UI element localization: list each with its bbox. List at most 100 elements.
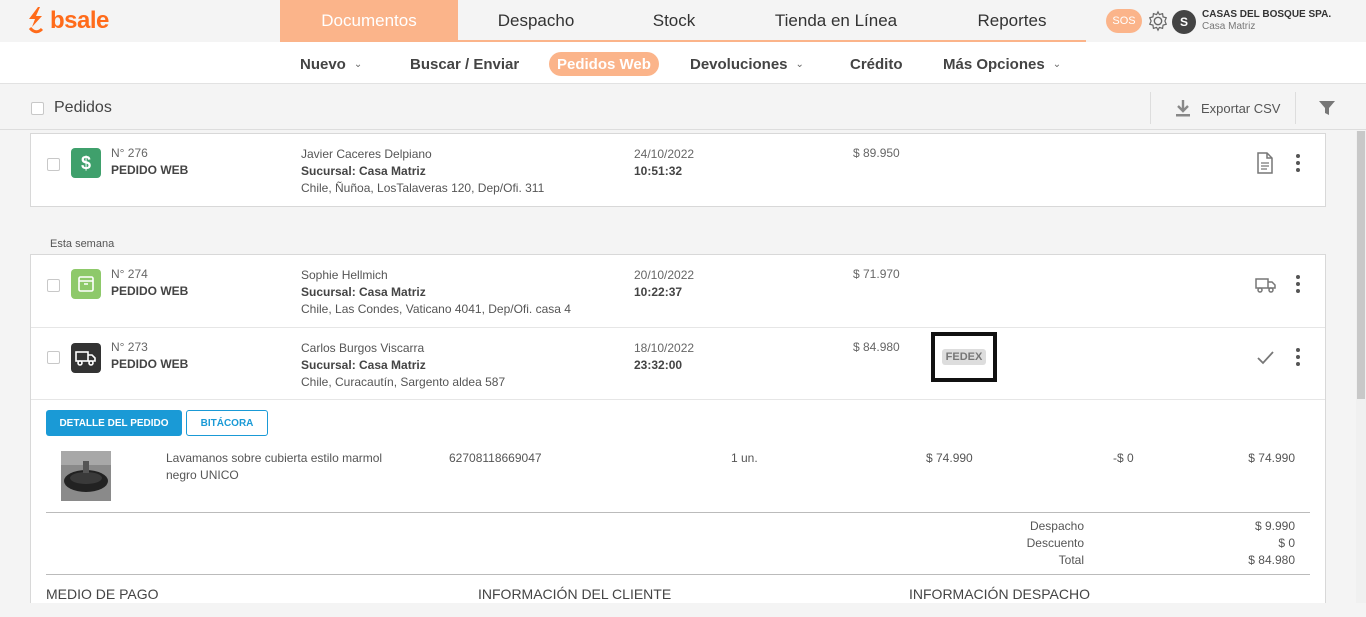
client-address: Chile, Las Condes, Vaticano 4041, Dep/Of… — [301, 302, 571, 316]
order-checkbox[interactable] — [47, 351, 60, 364]
total-value: $ 84.980 — [1248, 553, 1295, 567]
sos-button[interactable]: SOS — [1106, 9, 1142, 33]
order-detail-button[interactable]: DETALLE DEL PEDIDO — [46, 410, 182, 436]
main-nav-tienda[interactable]: Tienda en Línea — [734, 0, 938, 42]
subnav-pedidos-web[interactable]: Pedidos Web — [549, 52, 659, 76]
subnav-mas-opciones[interactable]: Más Opciones ⌄ — [943, 52, 1061, 76]
order-date: 24/10/2022 10:51:32 — [634, 146, 694, 180]
order-date-time: 23:32:00 — [634, 358, 683, 372]
order-amount: $ 71.970 — [853, 267, 900, 281]
order-client: Sophie Hellmich Sucursal: Casa Matriz Ch… — [301, 267, 571, 318]
product-price: $ 74.990 — [926, 451, 973, 465]
subnav-buscar[interactable]: Buscar / Enviar — [410, 52, 519, 76]
order-amount: $ 89.950 — [853, 146, 900, 160]
product-total: $ 74.990 — [1248, 451, 1295, 465]
order-date: 18/10/2022 23:32:00 — [634, 340, 694, 374]
toolbar: Pedidos Exportar CSV — [0, 85, 1366, 130]
payment-method-heading: MEDIO DE PAGO — [46, 586, 159, 602]
shipping-value: $ 9.990 — [1254, 519, 1295, 533]
divider — [46, 574, 1310, 575]
client-branch: Sucursal: Casa Matriz — [301, 358, 426, 372]
discount-value: $ 0 — [1278, 536, 1295, 550]
subnav-credito[interactable]: Crédito — [850, 52, 903, 76]
order-number: N° 273 — [111, 340, 148, 354]
company-branch: Casa Matriz — [1202, 21, 1256, 32]
document-icon[interactable] — [1255, 152, 1275, 174]
subnav-buscar-label: Buscar / Enviar — [410, 55, 520, 73]
box-icon — [78, 276, 94, 292]
client-name: Sophie Hellmich — [301, 268, 388, 282]
truck-glyph-icon — [75, 351, 96, 366]
shipping-info-heading: INFORMACIÓN DESPACHO — [909, 586, 1090, 602]
discount-label: Descuento — [1026, 536, 1084, 550]
order-type: PEDIDO WEB — [111, 163, 189, 177]
log-button[interactable]: BITÁCORA — [186, 410, 268, 436]
carrier-highlight: FEDEX — [931, 332, 997, 382]
truck-icon — [71, 343, 101, 373]
check-icon[interactable] — [1255, 346, 1275, 368]
order-amount: $ 84.980 — [853, 340, 900, 354]
product-image — [61, 451, 111, 501]
order-client: Carlos Burgos Viscarra Sucursal: Casa Ma… — [301, 340, 505, 391]
filter-icon[interactable] — [1318, 100, 1336, 116]
client-info-heading: INFORMACIÓN DEL CLIENTE — [478, 586, 672, 602]
order-row[interactable]: $ N° 276 PEDIDO WEB Javier Caceres Delpi… — [31, 134, 1325, 206]
order-checkbox[interactable] — [47, 279, 60, 292]
more-options-icon[interactable] — [1291, 152, 1305, 174]
main-nav-documentos[interactable]: Documentos — [280, 0, 458, 42]
total-label: Total — [1058, 553, 1084, 567]
product-qty: 1 un. — [731, 451, 758, 465]
subnav-devoluciones-label: Devoluciones — [690, 55, 788, 73]
orders-list: $ N° 276 PEDIDO WEB Javier Caceres Delpi… — [0, 131, 1356, 603]
chevron-down-icon: ⌄ — [1052, 58, 1062, 70]
export-csv-button[interactable]: Exportar CSV — [1150, 92, 1296, 124]
client-address: Chile, Ñuñoa, LosTalaveras 120, Dep/Ofi.… — [301, 181, 545, 195]
chevron-down-icon: ⌄ — [353, 58, 363, 70]
brand-name: bsale — [50, 7, 109, 34]
order-row[interactable]: N° 274 PEDIDO WEB Sophie Hellmich Sucurs… — [31, 255, 1325, 327]
carrier-badge[interactable]: FEDEX — [941, 349, 987, 365]
company-info[interactable]: CASAS DEL BOSQUE SPA. Casa Matriz — [1202, 9, 1331, 33]
bsale-logo[interactable]: bsale — [26, 6, 109, 36]
order-date-time: 10:51:32 — [634, 164, 683, 178]
subnav-nuevo-label: Nuevo — [300, 55, 346, 73]
dollar-icon: $ — [71, 148, 101, 178]
product-discount: -$ 0 — [1113, 451, 1134, 465]
bsale-logo-icon — [28, 7, 44, 34]
main-nav-reportes[interactable]: Reportes — [938, 0, 1086, 42]
download-icon — [1176, 100, 1190, 117]
main-nav-despacho[interactable]: Despacho — [458, 0, 614, 42]
order-client: Javier Caceres Delpiano Sucursal: Casa M… — [301, 146, 544, 197]
subnav-mas-label: Más Opciones — [943, 55, 1045, 73]
subnav-pedidos-label: Pedidos Web — [557, 55, 651, 73]
client-address: Chile, Curacautín, Sargento aldea 587 — [301, 375, 506, 389]
gear-icon[interactable] — [1147, 10, 1169, 32]
client-branch: Sucursal: Casa Matriz — [301, 164, 426, 178]
scrollbar-thumb[interactable] — [1357, 131, 1365, 399]
main-nav-stock[interactable]: Stock — [614, 0, 734, 42]
sink-image-icon — [61, 451, 111, 501]
avatar[interactable]: S — [1172, 10, 1196, 34]
order-card: N° 274 PEDIDO WEB Sophie Hellmich Sucurs… — [30, 254, 1326, 603]
select-all-checkbox[interactable] — [31, 102, 44, 115]
more-options-icon[interactable] — [1291, 346, 1305, 368]
order-number: N° 274 — [111, 267, 148, 281]
order-checkbox[interactable] — [47, 158, 60, 171]
order-date-day: 20/10/2022 — [634, 268, 695, 282]
export-csv-label: Exportar CSV — [1201, 100, 1281, 116]
section-label-week: Esta semana — [50, 238, 115, 250]
product-code: 62708118669047 — [449, 451, 542, 465]
chevron-down-icon: ⌄ — [795, 58, 804, 70]
order-number: N° 276 — [111, 146, 148, 160]
order-row-selected[interactable]: N° 273 PEDIDO WEB Carlos Burgos Viscarra… — [31, 327, 1325, 399]
subnav-devoluciones[interactable]: Devoluciones ⌄ — [690, 52, 804, 76]
order-date: 20/10/2022 10:22:37 — [634, 267, 694, 301]
subnav-nuevo[interactable]: Nuevo ⌄ — [300, 52, 362, 76]
company-name: CASAS DEL BOSQUE SPA. — [1202, 9, 1332, 20]
product-name: Lavamanos sobre cubierta estilo marmol n… — [166, 451, 383, 482]
truck-icon[interactable] — [1255, 273, 1277, 295]
more-options-icon[interactable] — [1291, 273, 1305, 295]
page-title: Pedidos — [54, 99, 112, 116]
client-branch: Sucursal: Casa Matriz — [301, 285, 426, 299]
order-date-day: 18/10/2022 — [634, 341, 695, 355]
